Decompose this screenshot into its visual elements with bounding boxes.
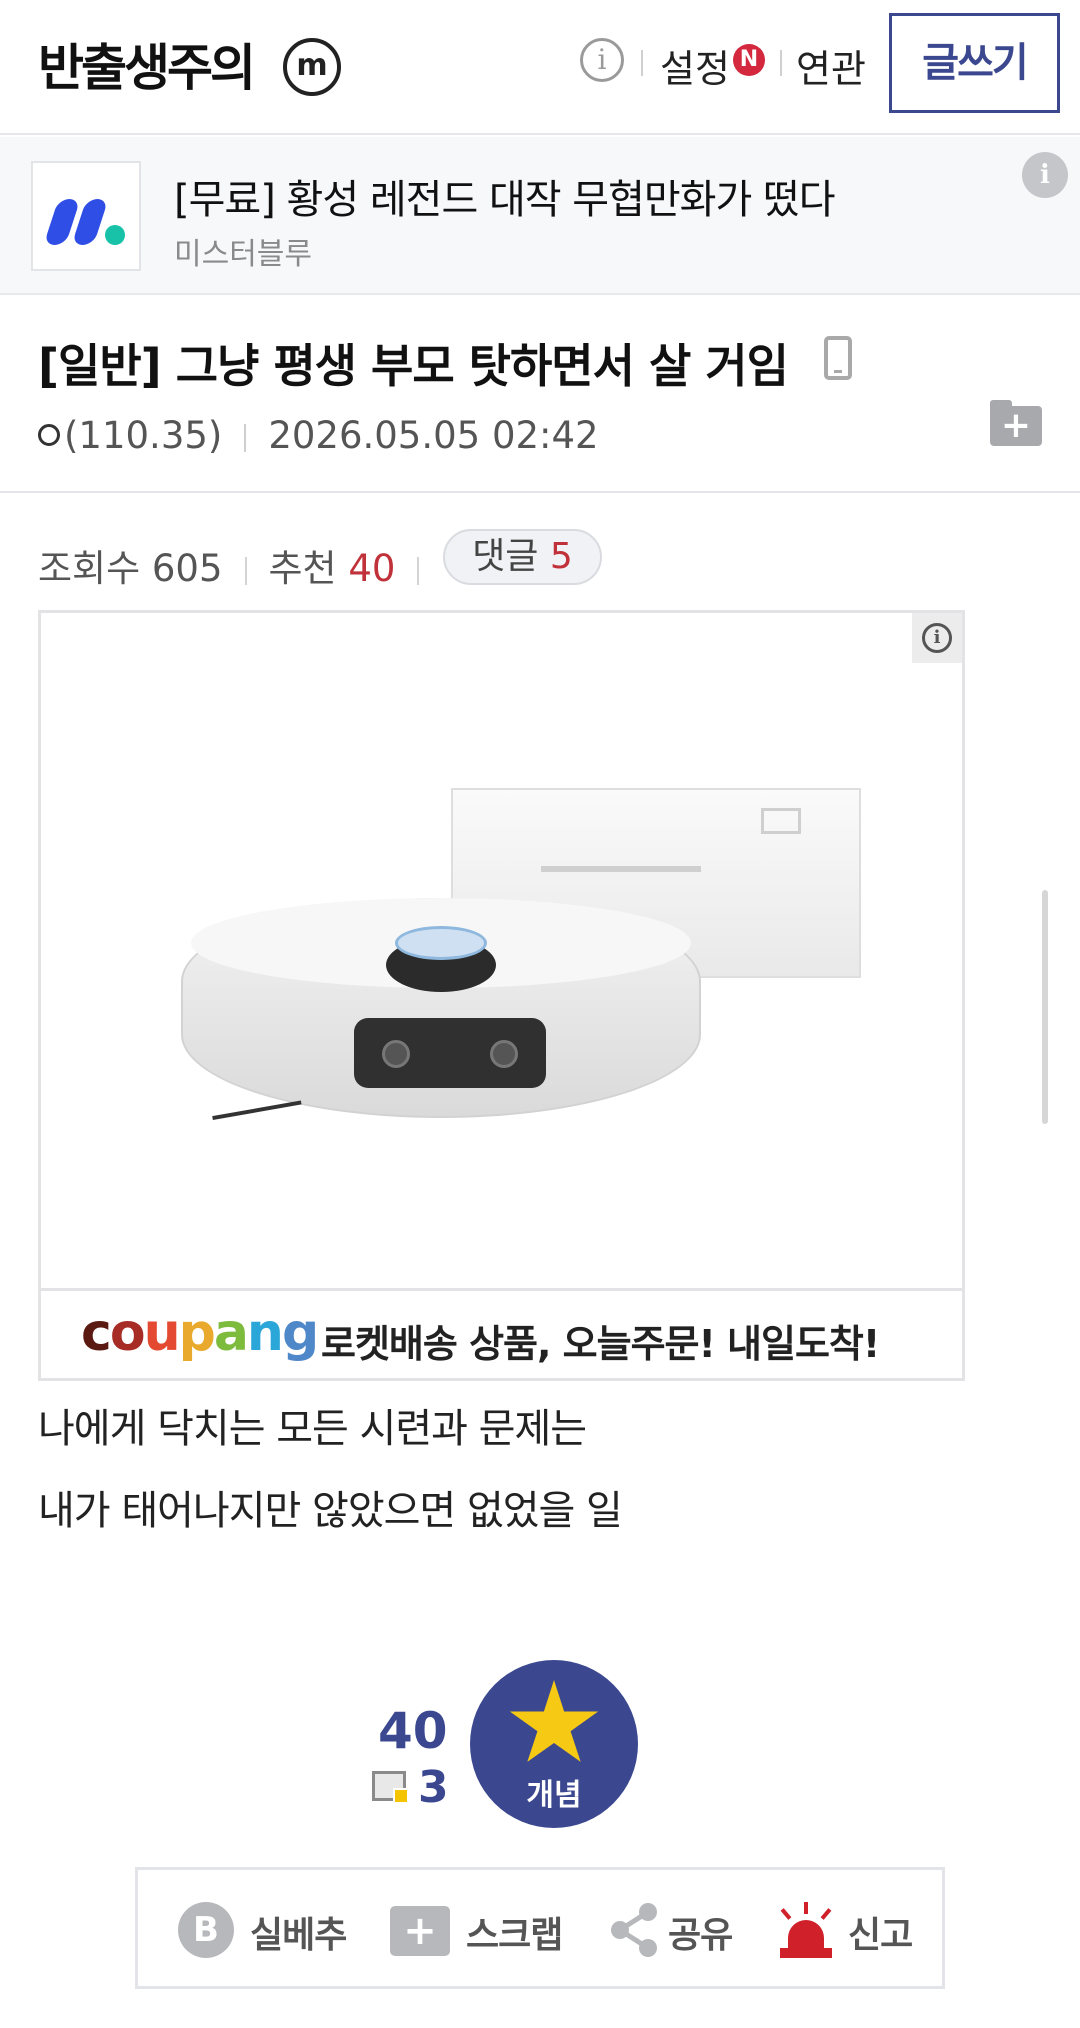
fix-recommend-icon <box>372 1771 409 1804</box>
author-ip: (110.35) <box>64 414 223 457</box>
views-label: 조회수 <box>38 547 141 590</box>
star-icon <box>509 1680 599 1762</box>
divider <box>244 423 247 452</box>
folder-plus-icon: + <box>390 1906 450 1956</box>
scrollbar[interactable] <box>1042 890 1048 1124</box>
folder-add-icon[interactable]: + <box>990 400 1042 446</box>
divider <box>41 1288 962 1291</box>
post-datetime: 2026.05.05 02:42 <box>268 414 599 457</box>
anonymous-user-icon <box>38 423 60 446</box>
divider <box>780 50 782 76</box>
share-icon <box>611 1903 657 1957</box>
scrap-button[interactable]: + 스크랩 <box>390 1870 570 1986</box>
report-button[interactable]: 신고 <box>778 1870 928 1986</box>
dock-detail <box>541 866 701 872</box>
robot-vacuum-product-image[interactable] <box>181 748 861 1178</box>
post-body-line: 내가 태어나지만 않았으면 없었을 일 <box>38 1488 623 1534</box>
mobile-post-icon <box>824 336 852 380</box>
share-button[interactable]: 공유 <box>608 1870 748 1986</box>
ad-info-icon[interactable]: i <box>1022 152 1068 198</box>
comments-count: 5 <box>549 536 573 577</box>
minor-gallery-badge-icon: m <box>283 38 341 96</box>
views-count: 605 <box>151 547 223 590</box>
divider <box>641 50 643 76</box>
vacuum-laser-cap <box>395 926 487 960</box>
siren-icon <box>778 1902 834 1958</box>
top-ad-banner[interactable]: [무료] 황성 레전드 대작 무협만화가 떴다 미스터블루 <box>0 137 1080 295</box>
recommend-button-label: 개념 <box>526 1778 582 1813</box>
ad-title[interactable]: [무료] 황성 레전드 대작 무협만화가 떴다 <box>174 167 836 225</box>
divider <box>244 556 247 585</box>
coupang-logo: coupang <box>81 1303 319 1363</box>
coupang-ad-card[interactable]: i coupang 로켓배송 상품, 오늘주문! 내일도착! <box>38 610 965 1381</box>
divider <box>0 491 1080 493</box>
recommend-total: 40 <box>378 1702 448 1760</box>
ad-info-button[interactable]: i <box>912 613 962 663</box>
ad-tagline: 로켓배송 상품, 오늘주문! 내일도착! <box>321 1322 880 1366</box>
silbe-button[interactable]: B 실베추 <box>178 1870 348 1986</box>
recommend-label: 추천 <box>268 547 337 590</box>
post-stats: 조회수 605 추천 40 <box>38 538 441 592</box>
divider <box>417 556 420 585</box>
post-body-line: 나에게 닥치는 모든 시련과 문제는 <box>38 1406 587 1452</box>
post-meta: (110.35) 2026.05.05 02:42 <box>38 414 599 457</box>
b-icon: B <box>178 1902 234 1958</box>
settings-link[interactable]: 설정 <box>660 38 730 93</box>
related-link[interactable]: 연관 <box>796 38 866 93</box>
info-icon: i <box>922 623 952 653</box>
report-label: 신고 <box>848 1915 913 1956</box>
new-badge: N <box>733 44 765 76</box>
vacuum-front-sensor <box>354 1018 546 1088</box>
comments-button[interactable]: 댓글 5 <box>443 529 602 585</box>
post-action-bar: B 실베추 + 스크랩 공유 신고 <box>135 1867 945 1989</box>
dock-detail <box>761 808 801 834</box>
info-icon[interactable]: i <box>580 38 624 82</box>
advertiser-logo <box>31 161 141 271</box>
silbe-label: 실베추 <box>250 1915 347 1956</box>
post-title: [일반] 그냥 평생 부모 탓하면서 살 거임 <box>38 339 789 393</box>
write-button[interactable]: 글쓰기 <box>889 13 1060 113</box>
scrap-label: 스크랩 <box>466 1915 563 1956</box>
comments-label: 댓글 <box>472 536 539 577</box>
gallery-title[interactable]: 반출생주의 <box>38 28 256 100</box>
ad-advertiser: 미스터블루 <box>174 237 312 272</box>
recommend-button[interactable]: 개념 <box>470 1660 638 1828</box>
vacuum-side-brush <box>212 1100 308 1156</box>
fix-recommend-count: 3 <box>418 1762 449 1813</box>
recommend-count: 40 <box>348 547 396 590</box>
share-label: 공유 <box>668 1915 733 1956</box>
app-header: 반출생주의 m i 설정 N 연관 글쓰기 <box>0 0 1080 135</box>
